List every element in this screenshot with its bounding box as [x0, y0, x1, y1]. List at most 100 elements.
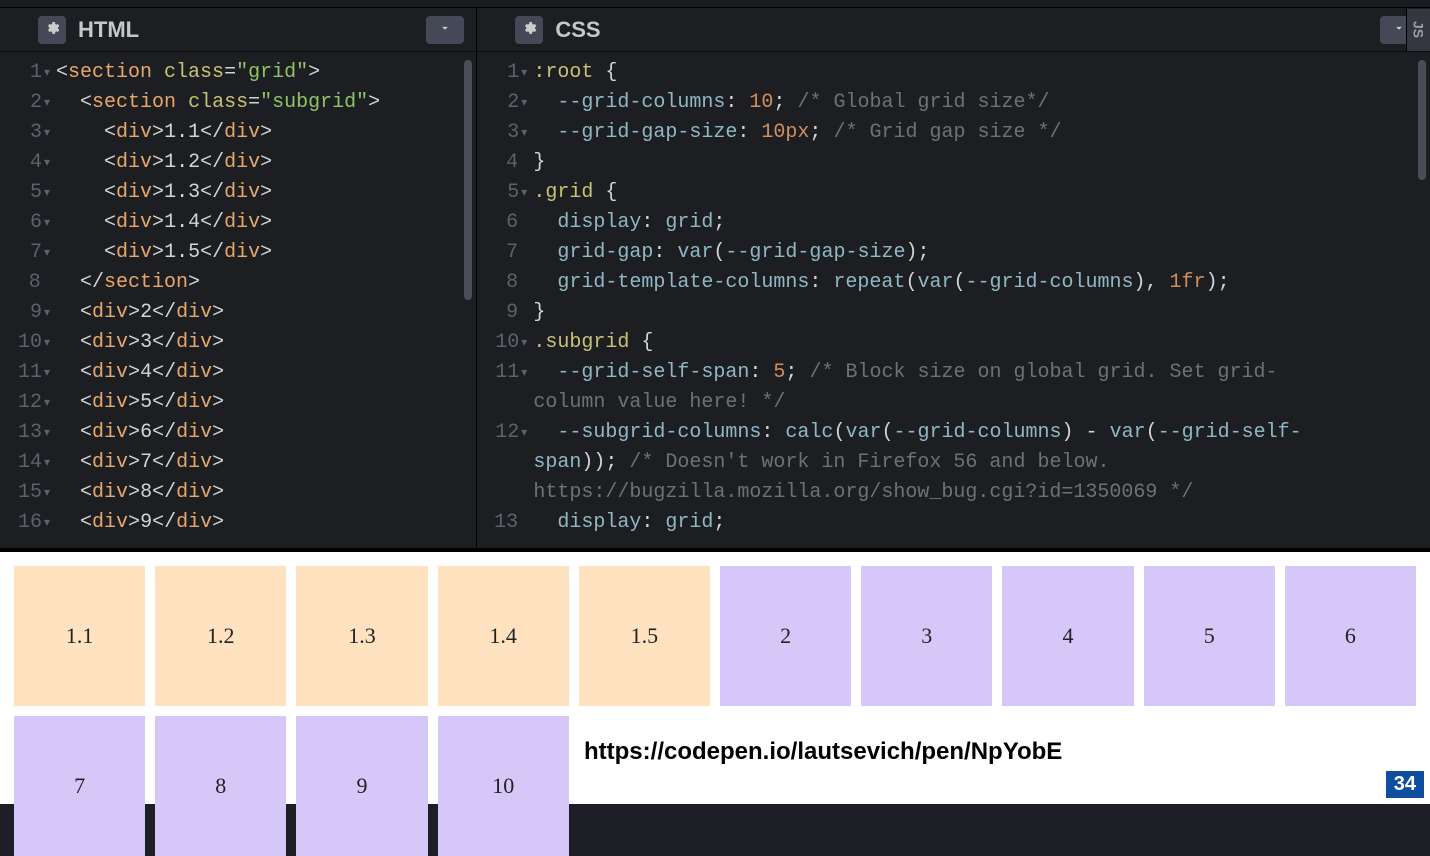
fold-icon[interactable]: ▾ — [44, 448, 50, 478]
fold-icon[interactable]: ▾ — [521, 358, 527, 388]
code-text[interactable]: <div>3</div> — [56, 328, 476, 358]
code-text[interactable]: --grid-self-span: 5; /* Block size on gl… — [533, 358, 1430, 388]
code-line[interactable]: 1▾:root { — [477, 58, 1430, 88]
code-line[interactable]: https://bugzilla.mozilla.org/show_bug.cg… — [477, 478, 1430, 508]
fold-icon[interactable]: ▾ — [44, 328, 50, 358]
code-text[interactable]: <div>2</div> — [56, 298, 476, 328]
css-scrollbar[interactable] — [1418, 60, 1426, 180]
fold-icon[interactable]: ▾ — [44, 58, 50, 88]
fold-icon[interactable]: ▾ — [521, 118, 527, 148]
code-line[interactable]: 7▾ <div>1.5</div> — [0, 238, 476, 268]
fold-icon[interactable]: ▾ — [44, 418, 50, 448]
code-text[interactable]: <div>8</div> — [56, 478, 476, 508]
output-preview: 1.11.21.31.41.52345678910 https://codepe… — [0, 552, 1430, 804]
fold-icon — [520, 388, 527, 418]
code-line[interactable]: 13 display: grid; — [477, 508, 1430, 538]
code-line[interactable]: 9▾ <div>2</div> — [0, 298, 476, 328]
code-line[interactable]: 15▾ <div>8</div> — [0, 478, 476, 508]
code-text[interactable]: <div>1.4</div> — [56, 208, 476, 238]
code-line[interactable]: 6▾ <div>1.4</div> — [0, 208, 476, 238]
code-line[interactable]: 9 } — [477, 298, 1430, 328]
fold-icon[interactable]: ▾ — [44, 238, 50, 268]
code-text[interactable]: display: grid; — [533, 508, 1430, 538]
code-text[interactable]: grid-template-columns: repeat(var(--grid… — [533, 268, 1430, 298]
fold-icon[interactable]: ▾ — [44, 178, 50, 208]
code-text[interactable]: <div>9</div> — [56, 508, 476, 538]
code-text[interactable]: --grid-gap-size: 10px; /* Grid gap size … — [533, 118, 1430, 148]
code-line[interactable]: 6 display: grid; — [477, 208, 1430, 238]
css-settings-button[interactable] — [515, 16, 543, 44]
code-line[interactable]: 10▾.subgrid { — [477, 328, 1430, 358]
code-line[interactable]: 11▾ --grid-self-span: 5; /* Block size o… — [477, 358, 1430, 388]
code-line[interactable]: 2▾ --grid-columns: 10; /* Global grid si… — [477, 88, 1430, 118]
fold-icon[interactable]: ▾ — [44, 508, 50, 538]
code-text[interactable]: --grid-columns: 10; /* Global grid size*… — [533, 88, 1430, 118]
gutter: 6 — [477, 208, 533, 238]
html-scrollbar[interactable] — [464, 60, 472, 300]
code-text[interactable]: <section class="subgrid"> — [56, 88, 476, 118]
fold-icon[interactable]: ▾ — [521, 328, 527, 358]
fold-icon[interactable]: ▾ — [44, 208, 50, 238]
code-text[interactable]: </section> — [56, 268, 476, 298]
code-line[interactable]: 1▾<section class="grid"> — [0, 58, 476, 88]
fold-icon[interactable]: ▾ — [44, 88, 50, 118]
code-line[interactable]: 8 </section> — [0, 268, 476, 298]
fold-icon[interactable]: ▾ — [44, 148, 50, 178]
html-code-area[interactable]: 1▾<section class="grid">2▾ <section clas… — [0, 52, 476, 548]
fold-icon[interactable]: ▾ — [44, 298, 50, 328]
code-text[interactable]: <div>1.3</div> — [56, 178, 476, 208]
code-text[interactable]: } — [533, 148, 1430, 178]
gutter: 16▾ — [0, 508, 56, 538]
code-text[interactable]: .grid { — [533, 178, 1430, 208]
code-line[interactable]: 4 } — [477, 148, 1430, 178]
code-line[interactable]: 8 grid-template-columns: repeat(var(--gr… — [477, 268, 1430, 298]
code-line[interactable]: span)); /* Doesn't work in Firefox 56 an… — [477, 448, 1430, 478]
code-text[interactable]: } — [533, 298, 1430, 328]
code-text[interactable]: <section class="grid"> — [56, 58, 476, 88]
fold-icon[interactable]: ▾ — [521, 58, 527, 88]
html-pane-dropdown-button[interactable] — [426, 16, 464, 44]
code-text[interactable]: <div>1.5</div> — [56, 238, 476, 268]
code-line[interactable]: 11▾ <div>4</div> — [0, 358, 476, 388]
fold-icon[interactable]: ▾ — [44, 118, 50, 148]
code-text[interactable]: --subgrid-columns: calc(var(--grid-colum… — [533, 418, 1430, 448]
fold-icon[interactable]: ▾ — [521, 418, 527, 448]
code-line[interactable]: 13▾ <div>6</div> — [0, 418, 476, 448]
code-text[interactable]: <div>4</div> — [56, 358, 476, 388]
code-text[interactable]: <div>1.2</div> — [56, 148, 476, 178]
js-pane-tab[interactable]: JS — [1406, 9, 1430, 51]
code-text[interactable]: :root { — [533, 58, 1430, 88]
fold-icon — [520, 148, 527, 178]
code-line[interactable]: 2▾ <section class="subgrid"> — [0, 88, 476, 118]
code-line[interactable]: column value here! */ — [477, 388, 1430, 418]
code-line[interactable]: 3▾ <div>1.1</div> — [0, 118, 476, 148]
code-line[interactable]: 5▾ <div>1.3</div> — [0, 178, 476, 208]
code-line[interactable]: 7 grid-gap: var(--grid-gap-size); — [477, 238, 1430, 268]
code-line[interactable]: 16▾ <div>9</div> — [0, 508, 476, 538]
code-line[interactable]: 14▾ <div>7</div> — [0, 448, 476, 478]
code-text[interactable]: <div>7</div> — [56, 448, 476, 478]
code-line[interactable]: 12▾ --subgrid-columns: calc(var(--grid-c… — [477, 418, 1430, 448]
code-text[interactable]: <div>6</div> — [56, 418, 476, 448]
code-line[interactable]: 3▾ --grid-gap-size: 10px; /* Grid gap si… — [477, 118, 1430, 148]
code-text[interactable]: .subgrid { — [533, 328, 1430, 358]
code-text[interactable]: column value here! */ — [533, 388, 1430, 418]
fold-icon[interactable]: ▾ — [44, 388, 50, 418]
fold-icon[interactable]: ▾ — [44, 478, 50, 508]
code-line[interactable]: 5▾.grid { — [477, 178, 1430, 208]
code-text[interactable]: grid-gap: var(--grid-gap-size); — [533, 238, 1430, 268]
fold-icon[interactable]: ▾ — [521, 88, 527, 118]
code-text[interactable]: display: grid; — [533, 208, 1430, 238]
code-text[interactable]: https://bugzilla.mozilla.org/show_bug.cg… — [533, 478, 1430, 508]
code-text[interactable]: span)); /* Doesn't work in Firefox 56 an… — [533, 448, 1430, 478]
css-code-area[interactable]: 1▾:root {2▾ --grid-columns: 10; /* Globa… — [477, 52, 1430, 548]
fold-icon[interactable]: ▾ — [44, 358, 50, 388]
fold-icon[interactable]: ▾ — [521, 178, 527, 208]
code-line[interactable]: 12▾ <div>5</div> — [0, 388, 476, 418]
html-settings-button[interactable] — [38, 16, 66, 44]
code-text[interactable]: <div>1.1</div> — [56, 118, 476, 148]
gutter: 5▾ — [0, 178, 56, 208]
code-text[interactable]: <div>5</div> — [56, 388, 476, 418]
code-line[interactable]: 4▾ <div>1.2</div> — [0, 148, 476, 178]
code-line[interactable]: 10▾ <div>3</div> — [0, 328, 476, 358]
